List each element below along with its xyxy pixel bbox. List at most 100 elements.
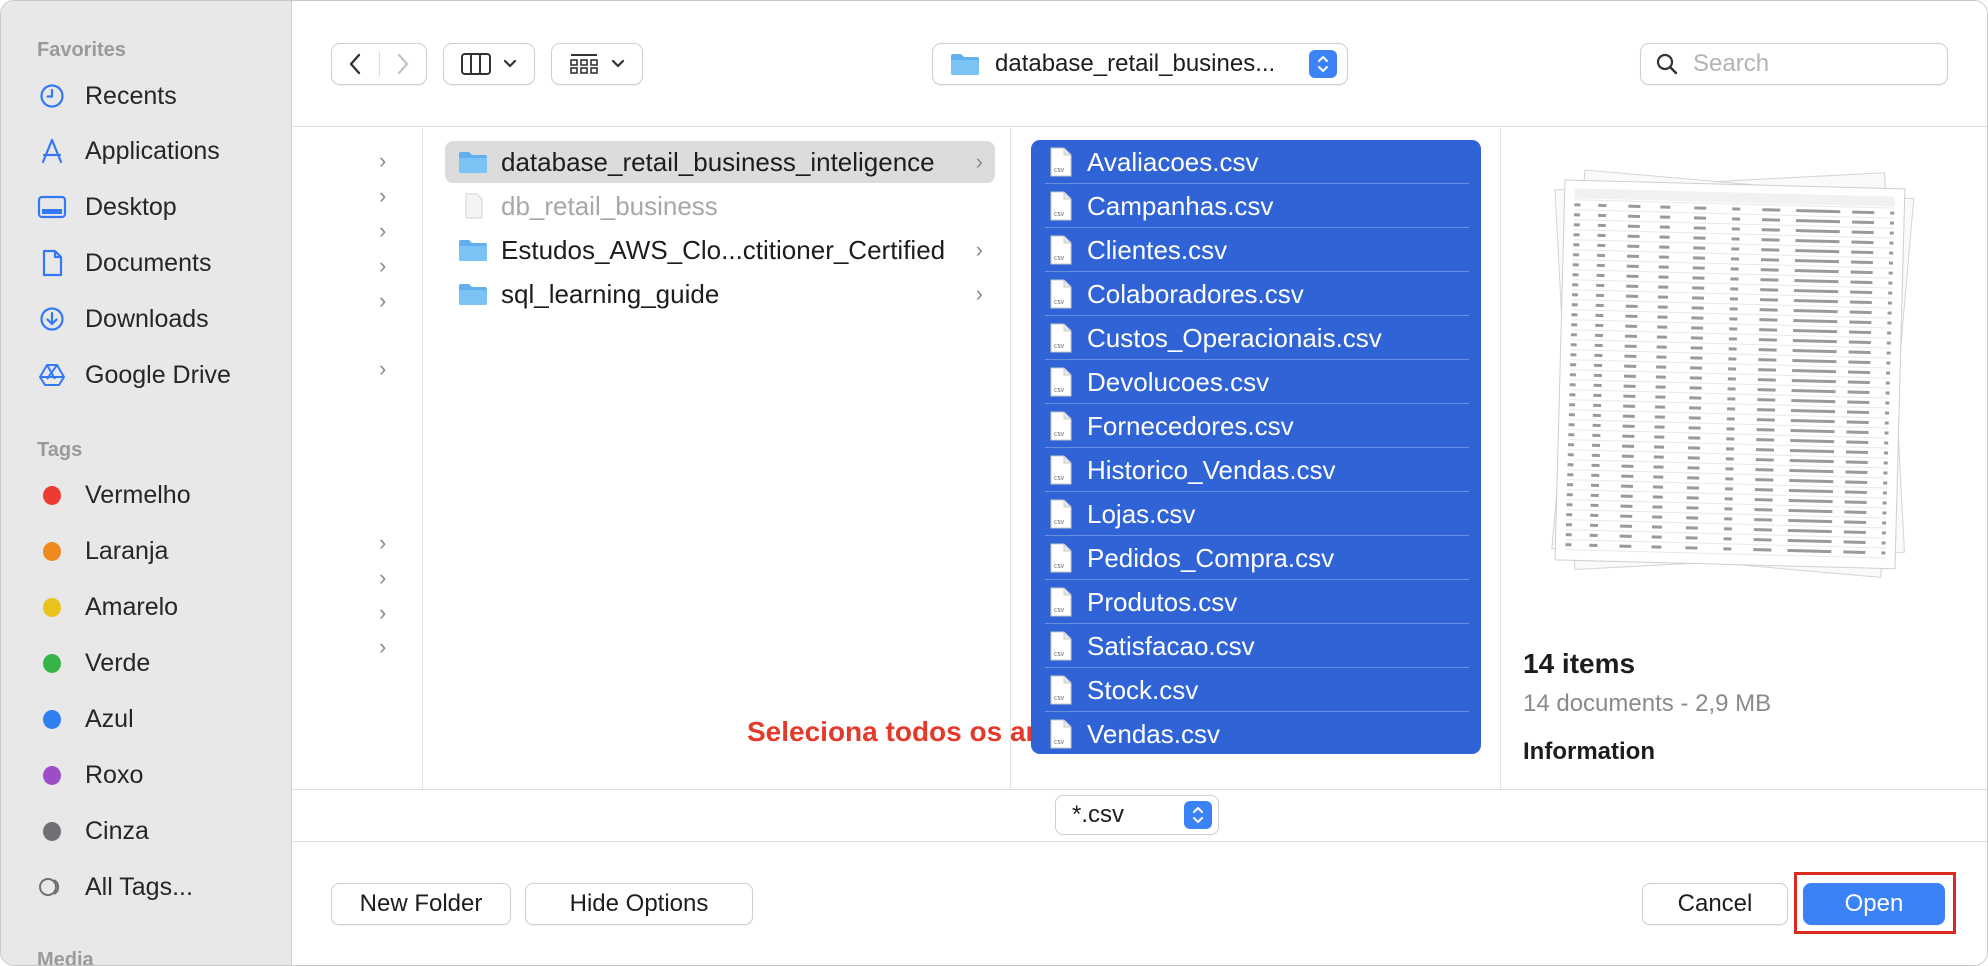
svg-text:CSV: CSV (1054, 168, 1065, 174)
file-row[interactable]: CSV Clientes.csv (1031, 228, 1481, 272)
chevron-right-icon: › (975, 149, 983, 174)
sidebar-tag-laranja[interactable]: Laranja (37, 531, 277, 571)
file-row[interactable]: CSV Devolucoes.csv (1031, 360, 1481, 404)
spreadsheet-preview-image (1525, 150, 1965, 580)
column-browser: › › › › › › › › › › database_retail_busi… (293, 128, 1987, 789)
navigation-buttons (331, 43, 427, 85)
chevron-right-icon: › (379, 356, 387, 381)
tag-dot-icon (43, 485, 61, 505)
search-field[interactable]: Search (1640, 43, 1948, 85)
file-row[interactable]: CSV Colaboradores.csv (1031, 272, 1481, 316)
csv-file-icon: CSV (1049, 499, 1073, 529)
folder-row[interactable]: db_retail_business (445, 185, 995, 227)
svg-text:CSV: CSV (1054, 520, 1065, 526)
sidebar-tag-cinza[interactable]: Cinza (37, 811, 277, 851)
file-row[interactable]: CSV Vendas.csv (1031, 712, 1481, 756)
csv-file-icon: CSV (1049, 279, 1073, 309)
svg-text:CSV: CSV (1054, 388, 1065, 394)
sidebar-item-google-drive[interactable]: Google Drive (37, 355, 277, 395)
sidebar-item-desktop[interactable]: Desktop (37, 187, 277, 227)
preview-column: 14 items 14 documents - 2,9 MB Informati… (1501, 128, 1987, 789)
folder-icon (951, 54, 979, 75)
folder-row[interactable]: database_retail_business_inteligence › (445, 141, 995, 183)
sidebar-item-label: Applications (85, 136, 220, 165)
hide-options-button[interactable]: Hide Options (525, 883, 753, 925)
csv-file-icon: CSV (1049, 631, 1073, 661)
sidebar-item-all-tags[interactable]: All Tags... (37, 867, 277, 907)
chevron-right-icon: › (379, 183, 387, 208)
file-row[interactable]: CSV Satisfacao.csv (1031, 624, 1481, 668)
file-name: Colaboradores.csv (1087, 278, 1304, 309)
folder-name: sql_learning_guide (501, 278, 720, 309)
svg-text:CSV: CSV (1054, 476, 1065, 482)
chevron-right-icon (397, 53, 408, 75)
sidebar-tag-amarelo[interactable]: Amarelo (37, 587, 277, 627)
file-name: Vendas.csv (1087, 718, 1220, 749)
sidebar-item-label: Google Drive (85, 360, 231, 389)
csv-file-icon: CSV (1049, 191, 1073, 221)
folder-name: db_retail_business (501, 190, 718, 221)
favorites-heading: Favorites (37, 39, 126, 61)
parent-column[interactable]: › › › › › › › › › › (293, 128, 423, 789)
preview-title: 14 items (1523, 648, 1636, 679)
file-format-popup[interactable]: *.csv (1055, 795, 1219, 835)
file-row[interactable]: CSV Campanhas.csv (1031, 184, 1481, 228)
folder-row[interactable]: Estudos_AWS_Clo...ctitioner_Certified › (445, 229, 995, 271)
sidebar-item-recents[interactable]: Recents (37, 76, 277, 116)
csv-file-icon: CSV (1049, 367, 1073, 397)
sidebar-tag-roxo[interactable]: Roxo (37, 755, 277, 795)
preview-subtitle: 14 documents - 2,9 MB (1523, 690, 1772, 717)
popup-stepper-icon (1309, 50, 1337, 78)
chevron-right-icon: › (379, 634, 387, 659)
cancel-button[interactable]: Cancel (1642, 883, 1788, 925)
file-row[interactable]: CSV Custos_Operacionais.csv (1031, 316, 1481, 360)
tag-dot-icon (43, 709, 61, 729)
file-name: Historico_Vendas.csv (1087, 454, 1336, 485)
sidebar-item-label: All Tags... (85, 872, 193, 901)
sidebar-tag-vermelho[interactable]: Vermelho (37, 475, 277, 515)
sidebar-item-label: Downloads (85, 304, 209, 333)
sidebar-item-label: Recents (85, 81, 177, 110)
sidebar-item-downloads[interactable]: Downloads (37, 299, 277, 339)
tags-heading: Tags (37, 439, 83, 461)
file-row[interactable]: CSV Produtos.csv (1031, 580, 1481, 624)
csv-file-icon: CSV (1049, 455, 1073, 485)
sidebar-item-label: Azul (85, 704, 134, 733)
back-button[interactable] (332, 44, 379, 84)
sidebar-tag-verde[interactable]: Verde (37, 643, 277, 683)
file-row[interactable]: CSV Historico_Vendas.csv (1031, 448, 1481, 492)
sidebar-tag-azul[interactable]: Azul (37, 699, 277, 739)
file-row[interactable]: CSV Avaliacoes.csv (1031, 140, 1481, 184)
chevron-down-icon (611, 59, 625, 68)
file-row[interactable]: CSV Stock.csv (1031, 668, 1481, 712)
sidebar-item-applications[interactable]: Applications (37, 131, 277, 171)
new-folder-button[interactable]: New Folder (331, 883, 511, 925)
chevron-right-icon: › (379, 253, 387, 278)
csv-file-icon: CSV (1049, 675, 1073, 705)
csv-file-icon: CSV (1049, 719, 1073, 749)
view-mode-button[interactable] (443, 43, 535, 85)
svg-text:CSV: CSV (1054, 300, 1065, 306)
tag-dot-icon (43, 765, 61, 785)
location-label: database_retail_busines... (995, 50, 1276, 77)
folder-icon (457, 237, 489, 263)
file-row[interactable]: CSV Fornecedores.csv (1031, 404, 1481, 448)
folder-row[interactable]: sql_learning_guide › (445, 273, 995, 315)
file-name: Produtos.csv (1087, 586, 1238, 617)
forward-button[interactable] (379, 44, 426, 84)
file-name: Devolucoes.csv (1087, 366, 1270, 397)
file-name: Satisfacao.csv (1087, 630, 1255, 661)
file-row[interactable]: CSV Pedidos_Compra.csv (1031, 536, 1481, 580)
sidebar-item-label: Vermelho (85, 480, 191, 509)
group-by-button[interactable] (551, 43, 643, 85)
sidebar-item-documents[interactable]: Documents (37, 243, 277, 283)
popup-stepper-icon (1184, 801, 1212, 829)
document-icon (37, 248, 67, 278)
group-grid-icon (570, 54, 598, 74)
file-name: Clientes.csv (1087, 234, 1228, 265)
open-button[interactable]: Open (1803, 883, 1945, 925)
location-popup[interactable]: database_retail_busines... (932, 43, 1348, 85)
file-name: Pedidos_Compra.csv (1087, 542, 1335, 573)
chevron-right-icon: › (379, 530, 387, 555)
file-row[interactable]: CSV Lojas.csv (1031, 492, 1481, 536)
